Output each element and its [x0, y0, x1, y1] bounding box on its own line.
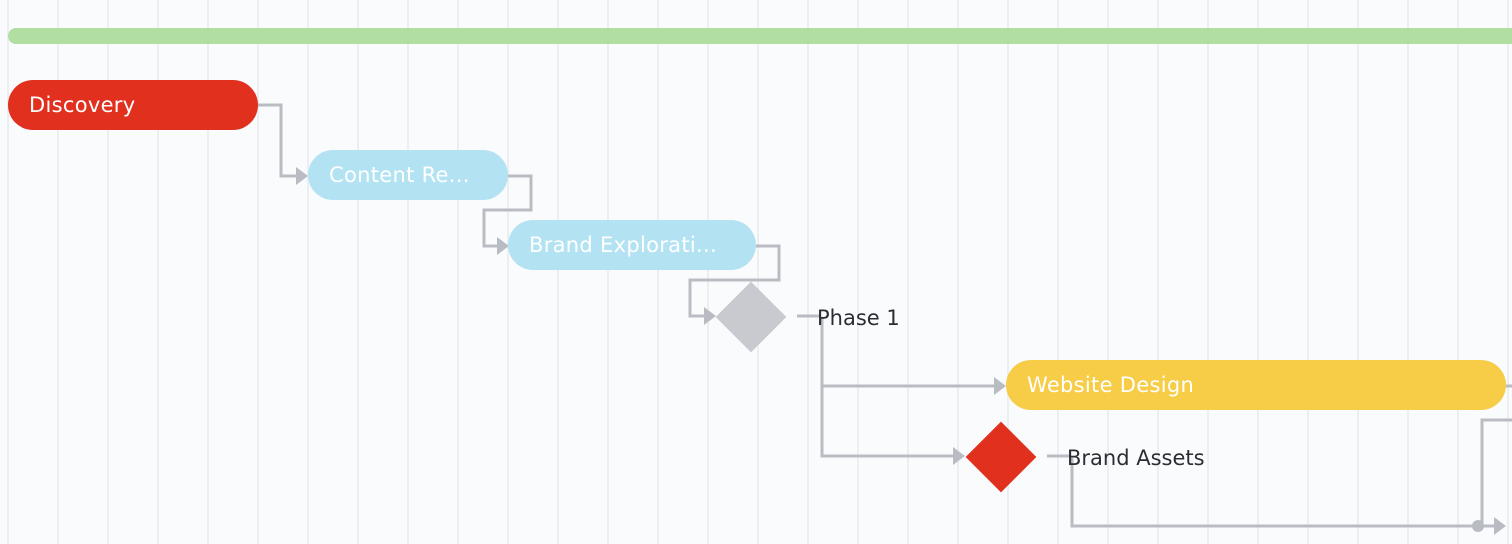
arrowhead-icon	[994, 377, 1006, 395]
milestone-label-brand-assets: Brand Assets	[1067, 446, 1205, 470]
task-bar-discovery[interactable]: Discovery	[8, 80, 258, 130]
milestone-label-phase-1: Phase 1	[817, 306, 900, 330]
task-bar-brand-exploration[interactable]: Brand Explorati...	[508, 220, 756, 270]
arrowhead-icon	[296, 167, 308, 185]
task-label: Brand Explorati...	[529, 233, 717, 257]
arrowhead-icon	[953, 447, 965, 465]
arrowhead-icon	[704, 307, 716, 325]
task-label: Content Re...	[329, 163, 470, 187]
connector-phase1-brandassets	[820, 386, 955, 458]
task-label: Website Design	[1027, 373, 1195, 397]
arrowhead-icon	[1494, 517, 1506, 535]
task-label: Discovery	[29, 93, 136, 117]
connector-handle-icon	[1472, 520, 1484, 532]
task-bar-content-review[interactable]: Content Re...	[308, 150, 508, 200]
task-bar-website-design[interactable]: Website Design	[1006, 360, 1506, 410]
connector-discovery-content	[258, 103, 296, 178]
connector-incoming-next	[1480, 418, 1512, 526]
